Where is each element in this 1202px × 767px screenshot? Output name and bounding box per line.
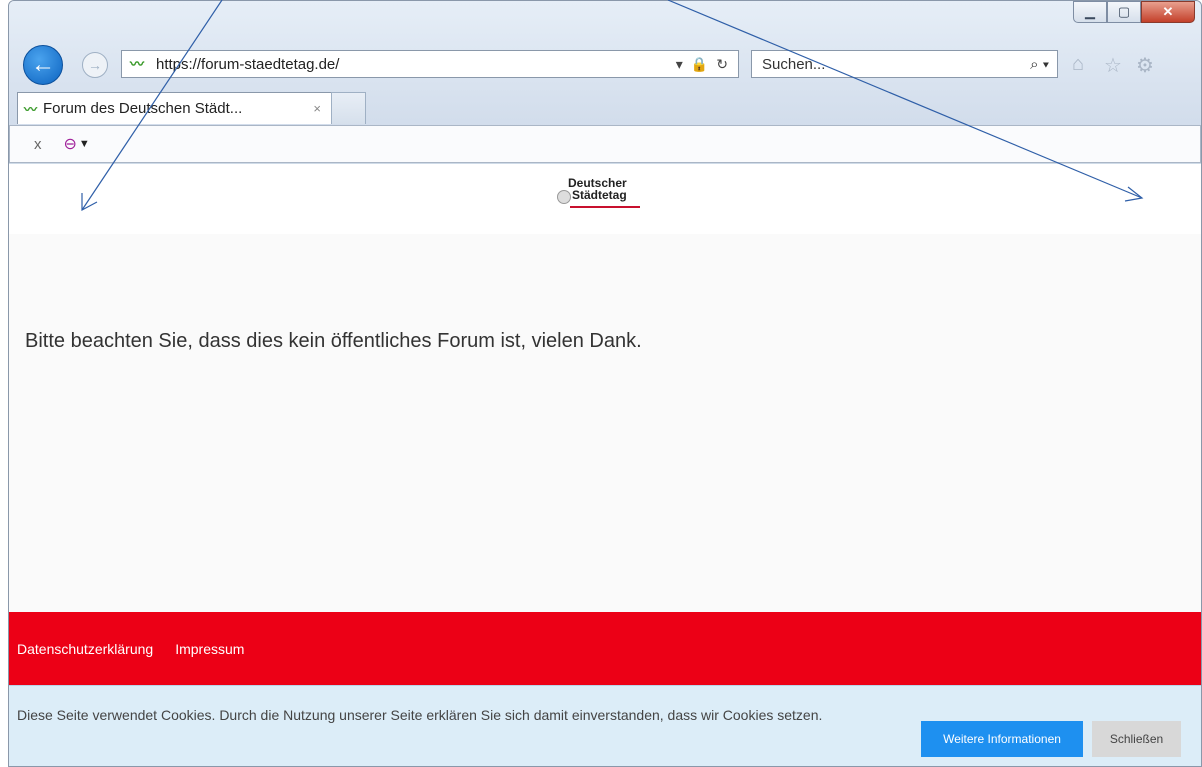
more-info-button[interactable]: Weitere Informationen <box>921 721 1083 757</box>
address-url[interactable]: https://forum-staedtetag.de/ <box>156 56 676 73</box>
search-input[interactable]: Suchen... <box>762 56 1030 73</box>
window-controls: ▁ ▢ ✕ <box>1073 1 1195 23</box>
notice-text: Bitte beachten Sie, dass dies kein öffen… <box>25 330 642 352</box>
site-footer: Datenschutzerklärung Impressum <box>9 612 1201 685</box>
maximize-button[interactable]: ▢ <box>1107 1 1141 23</box>
cookie-banner-text: Diese Seite verwendet Cookies. Durch die… <box>17 707 823 723</box>
page-content: Deutscher Städtetag Bitte beachten Sie, … <box>9 164 1201 766</box>
maximize-icon: ▢ <box>1117 4 1131 19</box>
back-arrow-icon: ← <box>31 51 55 78</box>
browser-chrome: ▁ ▢ ✕ ← → 〰 https://forum-staedtetag.de/… <box>9 1 1201 129</box>
logo-underline <box>570 206 640 208</box>
logo-seal-icon <box>557 190 571 204</box>
search-icon[interactable]: ⌕ ▾ <box>1030 56 1049 73</box>
tab-close-icon[interactable]: × <box>313 101 321 116</box>
back-button[interactable]: ← <box>23 45 63 85</box>
tab-title: Forum des Deutschen Städt... <box>43 100 243 117</box>
tab-favicon-icon: 〰 <box>24 102 38 117</box>
site-header: Deutscher Städtetag <box>9 164 1201 234</box>
footer-link-privacy[interactable]: Datenschutzerklärung <box>17 641 153 657</box>
dropdown-icon[interactable]: ▾ <box>676 56 683 73</box>
minimize-icon: ▁ <box>1085 4 1095 19</box>
new-tab-button[interactable] <box>331 92 366 124</box>
chevron-down-icon[interactable]: ▼ <box>79 138 90 150</box>
site-favicon-icon: 〰 <box>130 56 144 72</box>
footer-link-imprint[interactable]: Impressum <box>175 641 244 657</box>
forward-arrow-icon: → <box>88 57 102 73</box>
command-toolbar: x ⊖ ▼ <box>9 125 1201 163</box>
home-icon[interactable]: ⌂ <box>1072 53 1084 76</box>
toolbar-close-icon[interactable]: x <box>34 136 42 153</box>
addon-globe-icon[interactable]: ⊖ <box>64 134 77 154</box>
favorites-star-icon[interactable]: ☆ <box>1104 53 1122 78</box>
logo-text-line2: Städtetag <box>572 188 627 202</box>
site-logo[interactable]: Deutscher Städtetag <box>556 176 640 220</box>
lock-icon[interactable]: 🔒 <box>691 56 708 73</box>
address-bar[interactable]: 〰 https://forum-staedtetag.de/ ▾ 🔒 ↻ <box>121 50 739 78</box>
refresh-icon[interactable]: ↻ <box>716 56 728 73</box>
browser-window: ▁ ▢ ✕ ← → 〰 https://forum-staedtetag.de/… <box>8 0 1202 767</box>
minimize-button[interactable]: ▁ <box>1073 1 1107 23</box>
address-bar-icons: ▾ 🔒 ↻ <box>676 56 728 73</box>
cookie-banner: Diese Seite verwendet Cookies. Durch die… <box>9 685 1201 766</box>
close-window-button[interactable]: ✕ <box>1141 1 1195 23</box>
close-icon: ✕ <box>1162 4 1174 19</box>
close-cookie-button[interactable]: Schließen <box>1092 721 1181 757</box>
search-box[interactable]: Suchen... ⌕ ▾ <box>751 50 1058 78</box>
forward-button[interactable]: → <box>82 52 108 78</box>
settings-gear-icon[interactable]: ⚙ <box>1136 53 1154 78</box>
tab-forum[interactable]: 〰 Forum des Deutschen Städt... × <box>17 92 332 124</box>
